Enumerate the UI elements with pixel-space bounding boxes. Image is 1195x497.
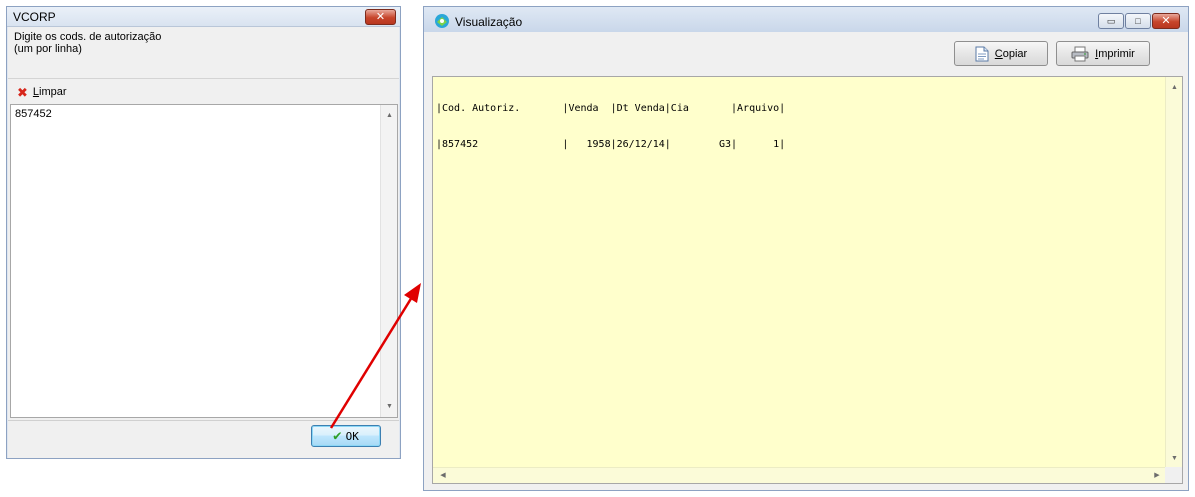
annotation-arrow-line (329, 296, 414, 429)
annotation-arrow-head (404, 283, 421, 303)
annotation-arrow (329, 283, 421, 429)
